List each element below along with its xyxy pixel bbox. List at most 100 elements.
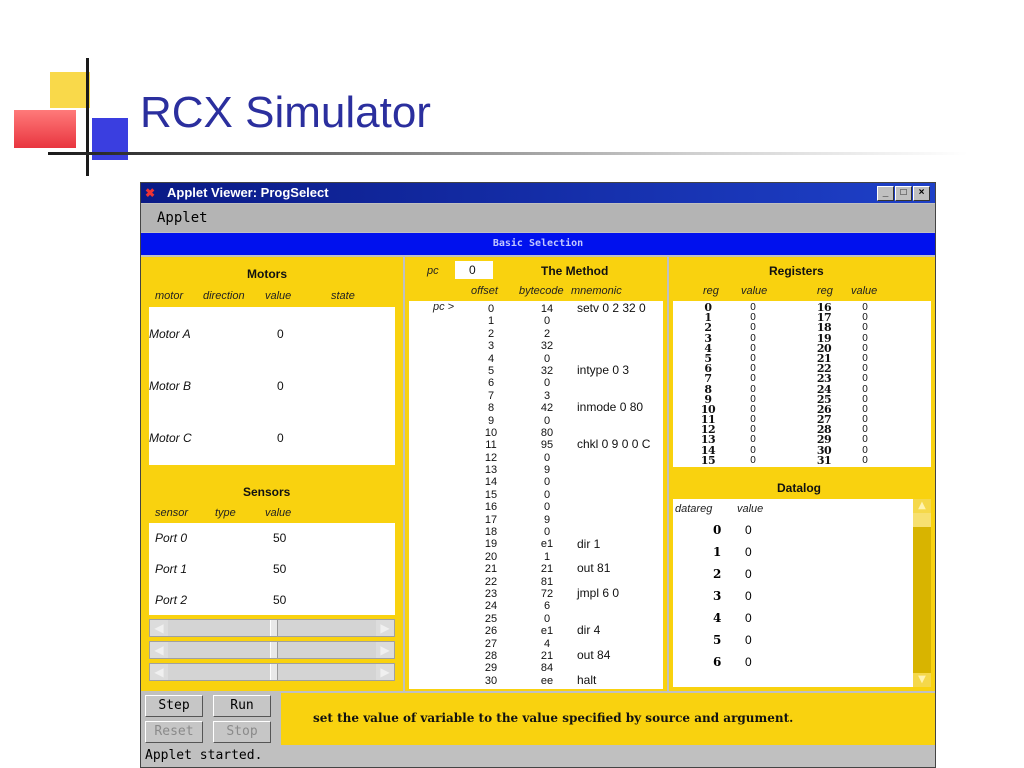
sensors-col-value: value (265, 507, 292, 519)
register-number: 31 (816, 453, 832, 467)
mnemonic-cell: dir 1 (577, 536, 601, 551)
minimize-button[interactable]: _ (877, 186, 894, 201)
datalog-row: 00 (673, 523, 873, 543)
method-col-offset: offset (471, 285, 498, 297)
motor-c-label: Motor C (149, 431, 192, 445)
bytecode-cell: e1 (540, 625, 554, 638)
scroll-up-arrow-icon[interactable]: ▲ (913, 499, 931, 513)
bytecode-cell: 9 (543, 513, 551, 526)
window-titlebar[interactable]: ✖ Applet Viewer: ProgSelect _ □ × (141, 183, 935, 203)
sensor-port0-value: 50 (273, 531, 287, 545)
pc-value: 0 (469, 263, 476, 277)
datalog-header: Datalog (777, 481, 822, 495)
menu-applet[interactable]: Applet (157, 210, 208, 226)
sensor-port0-label: Port 0 (155, 531, 188, 545)
registers-table: 0 1 2 3 4 5 6 7 8 9 10 11 12 13 14 15 0000000000000000 … (673, 301, 931, 467)
pc-field[interactable]: 0 (455, 261, 493, 279)
method-header: The Method (541, 264, 609, 278)
datalog-row: 40 (673, 611, 873, 631)
register-value: 0 (862, 373, 868, 385)
bytecode-column: 14 0 2 32 0 32 0 3 42 0 80 95 0 9 0 0 0 9 0 e1 1 21 81 72 6 0 e1 4 2… (529, 303, 565, 687)
stop-button[interactable]: Stop (213, 721, 271, 743)
slider-left-arrow-icon[interactable]: ◀ (150, 620, 168, 636)
mnemonic-cell: chkl 0 9 0 0 C (577, 437, 651, 452)
maximize-button[interactable]: □ (895, 186, 912, 201)
slider-thumb[interactable] (270, 664, 278, 680)
bytecode-cell: 21 (540, 563, 554, 576)
reset-button[interactable]: Reset (145, 721, 203, 743)
datalog-reg: 1 (713, 545, 722, 559)
bytecode-cell: 0 (543, 501, 551, 514)
bytecode-cell: 9 (543, 464, 551, 477)
motors-header: Motors (247, 267, 287, 281)
slider-thumb[interactable] (270, 642, 278, 658)
offset-cell: 11 (485, 439, 497, 452)
offset-cell: 4 (487, 352, 495, 365)
datalog-row: 10 (673, 545, 873, 565)
datalog-reg: 4 (713, 611, 722, 625)
scroll-thumb[interactable] (913, 513, 931, 527)
menubar: Applet (141, 204, 935, 232)
offset-cell: 24 (484, 600, 498, 613)
bytecode-cell: 32 (540, 364, 554, 377)
motors-col-direction: direction (203, 290, 245, 302)
datalog-value: 0 (745, 545, 752, 559)
datalog-reg: 6 (713, 655, 722, 669)
datalog-scrollbar[interactable]: ▲ ▼ (913, 499, 931, 687)
register-value: 0 (750, 373, 756, 385)
offset-cell: 20 (484, 550, 498, 563)
sensor-port1-label: Port 1 (155, 562, 188, 576)
register-right-values: 0000000000000000 (859, 302, 871, 466)
decor-square-yellow (50, 72, 90, 108)
offset-cell: 22 (484, 575, 498, 588)
bytecode-cell: 42 (540, 402, 554, 415)
registers-col-reg-left: reg (703, 285, 719, 297)
offset-cell: 15 (484, 488, 498, 501)
slider-left-arrow-icon[interactable]: ◀ (150, 642, 168, 658)
decor-vertical-line (86, 58, 89, 176)
datalog-list[interactable]: datareg value 00102030405060 (673, 499, 913, 687)
sensor-port2-label: Port 2 (155, 593, 188, 607)
sensors-list: Port 0 50 Port 1 50 Port 2 50 (149, 523, 395, 615)
registers-header: Registers (769, 264, 824, 278)
datalog-row: 20 (673, 567, 873, 587)
method-panel: pc 0 The Method offset bytecode mnemonic… (405, 257, 667, 691)
sensor-port0-slider[interactable]: ◀ ▶ (149, 619, 395, 637)
method-col-bytecode: bytecode (519, 285, 564, 297)
register-number: 15 (700, 453, 716, 467)
method-code-list[interactable]: pc > 0 1 2 3 4 5 6 7 8 9 10 11 12 13 14 15 16 17 18 19 20 21 2… (409, 301, 663, 689)
offset-cell: 27 (484, 637, 498, 650)
sensor-port2-slider[interactable]: ◀ ▶ (149, 663, 395, 681)
datalog-reg: 3 (713, 589, 722, 603)
offset-cell: 1 (487, 315, 495, 328)
offset-cell: 3 (487, 340, 495, 353)
datalog-row: 50 (673, 633, 873, 653)
datalog-value: 0 (745, 611, 752, 625)
slider-right-arrow-icon[interactable]: ▶ (376, 620, 394, 636)
motor-b-label: Motor B (149, 379, 192, 393)
slider-right-arrow-icon[interactable]: ▶ (376, 664, 394, 680)
register-left-values: 0000000000000000 (747, 302, 759, 466)
slider-right-arrow-icon[interactable]: ▶ (376, 642, 394, 658)
slider-thumb[interactable] (270, 620, 278, 636)
bytecode-cell: 0 (543, 451, 551, 464)
run-button[interactable]: Run (213, 695, 271, 717)
mnemonic-cell: out 84 (577, 648, 611, 663)
slider-left-arrow-icon[interactable]: ◀ (150, 664, 168, 680)
offset-cell: 13 (484, 464, 498, 477)
mnemonic-cell: out 81 (577, 561, 611, 576)
mnemonic-cell: dir 4 (577, 623, 601, 638)
datalog-value: 0 (745, 633, 752, 647)
datalog-row: 30 (673, 589, 873, 609)
datalog-reg: 5 (713, 633, 722, 647)
registers-col-value-left: value (741, 285, 768, 297)
close-button[interactable]: × (913, 186, 930, 201)
step-button[interactable]: Step (145, 695, 203, 717)
bytecode-cell: 0 (543, 526, 551, 539)
motors-sensors-panel: Motors motor direction value state Motor… (141, 257, 403, 691)
sensor-port1-slider[interactable]: ◀ ▶ (149, 641, 395, 659)
register-value: 0 (862, 454, 868, 466)
bytecode-cell: 14 (540, 303, 554, 315)
scroll-down-arrow-icon[interactable]: ▼ (913, 673, 931, 687)
bytecode-cell: e1 (540, 538, 554, 551)
